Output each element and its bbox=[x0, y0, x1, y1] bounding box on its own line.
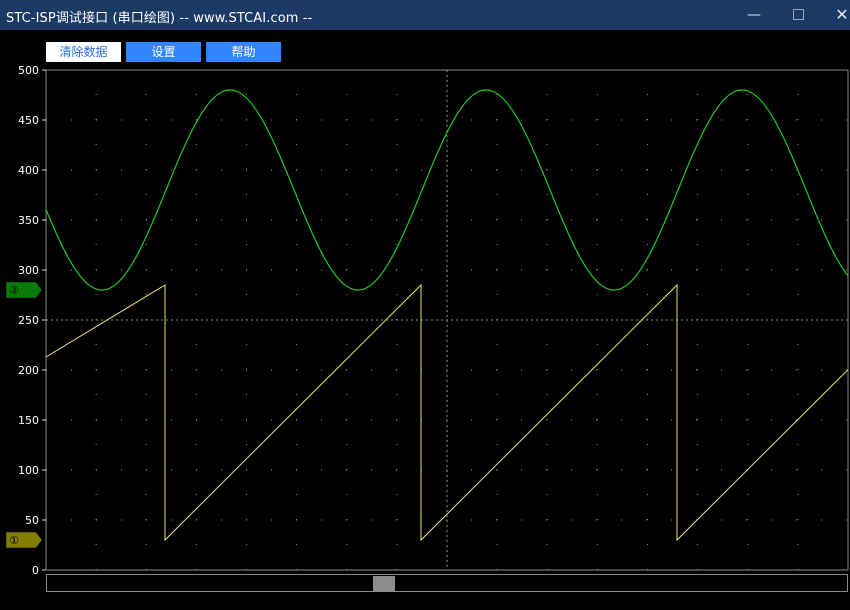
y-tick-label: 450 bbox=[18, 114, 39, 127]
y-tick-label: 150 bbox=[18, 414, 39, 427]
serial-plot-chart: 0 50 100 150 200 250 300 350 400 450 500 ① ② bbox=[5, 64, 849, 577]
y-tick-label: 50 bbox=[25, 514, 39, 527]
y-tick-label: 400 bbox=[18, 164, 39, 177]
y-tick-label: 250 bbox=[18, 314, 39, 327]
scrollbar-thumb[interactable] bbox=[373, 576, 395, 591]
channel-marker-2: ② bbox=[5, 281, 43, 299]
y-tick-label: 500 bbox=[18, 64, 39, 77]
y-tick-label: 300 bbox=[18, 264, 39, 277]
y-tick-label: 350 bbox=[18, 214, 39, 227]
channel-marker-label: ② bbox=[9, 284, 19, 297]
channel-marker-1: ① bbox=[5, 531, 43, 549]
channel-marker-label: ① bbox=[9, 534, 19, 547]
y-axis: 0 50 100 150 200 250 300 350 400 450 500 bbox=[18, 64, 46, 577]
y-tick-label: 200 bbox=[18, 364, 39, 377]
y-tick-label: 100 bbox=[18, 464, 39, 477]
y-tick-label: 0 bbox=[32, 564, 39, 577]
plot-grid bbox=[46, 70, 848, 570]
horizontal-scrollbar[interactable] bbox=[46, 574, 848, 592]
